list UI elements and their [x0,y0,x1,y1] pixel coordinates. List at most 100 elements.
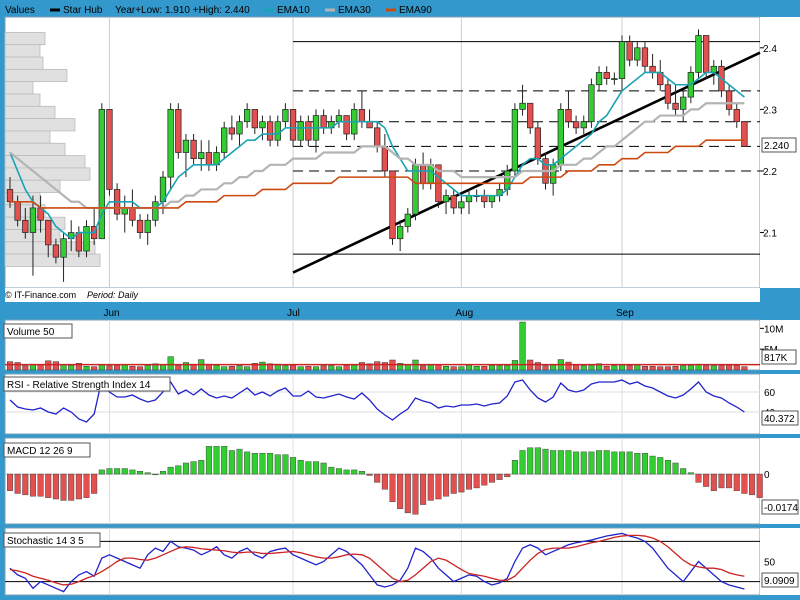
candle-body [381,145,388,172]
candle-body [672,102,679,110]
volume-bar [129,366,136,371]
volume-bar [435,364,442,371]
macd-bar [152,473,159,476]
macd-bar [98,469,105,475]
volume-profile-bar [4,56,44,70]
volume-bar [144,365,151,371]
volume-bar [618,364,626,371]
macd-bar [297,459,304,475]
stoch-tick-label: 50 [764,558,776,569]
candle-body [389,170,396,240]
volume-bar [22,365,29,371]
candle-body [527,102,534,129]
candle-body [259,121,266,129]
candle-body [680,96,687,110]
candle-body [404,213,411,227]
volume-bar [358,362,365,371]
macd-bar [121,468,128,475]
volume-bar [657,366,664,371]
candle-body [572,121,580,129]
volume-bar [573,364,580,371]
volume-bar [534,362,541,371]
volume-bar [98,364,105,371]
macd-bar [733,473,740,491]
candle-body [419,164,427,184]
macd-bar [213,446,220,475]
volume-bar [504,365,511,371]
legend-series-ema90: EMA90 [399,5,432,16]
candle-body [221,127,228,153]
macd-bar [114,468,121,475]
macd-bar [680,468,687,475]
candle-body [45,219,52,246]
candle-body [618,41,626,79]
macd-bar [75,473,82,500]
macd-bar [718,473,725,489]
volume-bar [680,365,687,371]
macd-bar [527,447,534,475]
volume-bar [687,365,694,371]
macd-bar [335,468,342,475]
candle-body [733,109,740,123]
volume-bar [343,365,350,371]
macd-bar [305,461,312,475]
macd-bar [473,473,480,489]
volume-profile-bar [4,31,46,46]
candle-body [695,35,702,73]
macd-bar [351,469,358,475]
volume-bar [726,364,733,371]
candle-body [29,207,37,233]
macd-bar [190,461,197,475]
candle-body [236,121,243,135]
candle-body [14,201,21,221]
price-tick-label: 2.2 [763,167,777,178]
volume-bar [167,356,174,371]
macd-bar [588,451,595,475]
volume-bar [60,364,67,371]
macd-bar [358,471,365,475]
macd-bar [14,473,21,494]
volume-bar [519,321,526,371]
macd-bar [649,455,656,475]
volume-bar [443,366,450,371]
volume-bar [282,365,289,371]
volume-bar [664,366,671,371]
candle-body [297,121,304,141]
volume-profile-bar [4,253,101,267]
volume-bar [710,365,717,371]
macd-bar [619,451,626,475]
volume-bar [733,365,740,371]
volume-bar [626,365,633,371]
candle-body [664,84,672,104]
volume-profile-bar [4,130,51,144]
candle-body [343,115,350,135]
volume-bar [649,366,656,371]
macd-bar [443,473,450,497]
macd-bar [236,448,243,475]
macd-bar [481,473,488,486]
macd-bar [290,457,297,475]
volume-bar [297,366,304,371]
candle-body [626,41,633,61]
volume-bar [175,365,182,371]
macd-bar [83,473,90,498]
macd-last-value: -0.0174 [764,503,798,514]
macd-bar [412,473,419,515]
volume-bar [137,366,144,371]
volume-bar [121,364,128,371]
macd-bar [458,473,465,493]
candle-body [274,121,281,141]
macd-bar [313,461,320,475]
volume-bar [106,365,113,371]
macd-bar [182,462,189,475]
candle-body [190,139,197,160]
macd-bar [603,450,610,475]
volume-bar [496,365,503,371]
candle-body [83,226,90,252]
volume-bar [182,362,189,371]
candle-body [458,201,465,209]
candle-body [251,109,258,129]
macd-bar [320,462,327,475]
macd-bar [159,471,166,475]
volume-bar [290,364,297,371]
